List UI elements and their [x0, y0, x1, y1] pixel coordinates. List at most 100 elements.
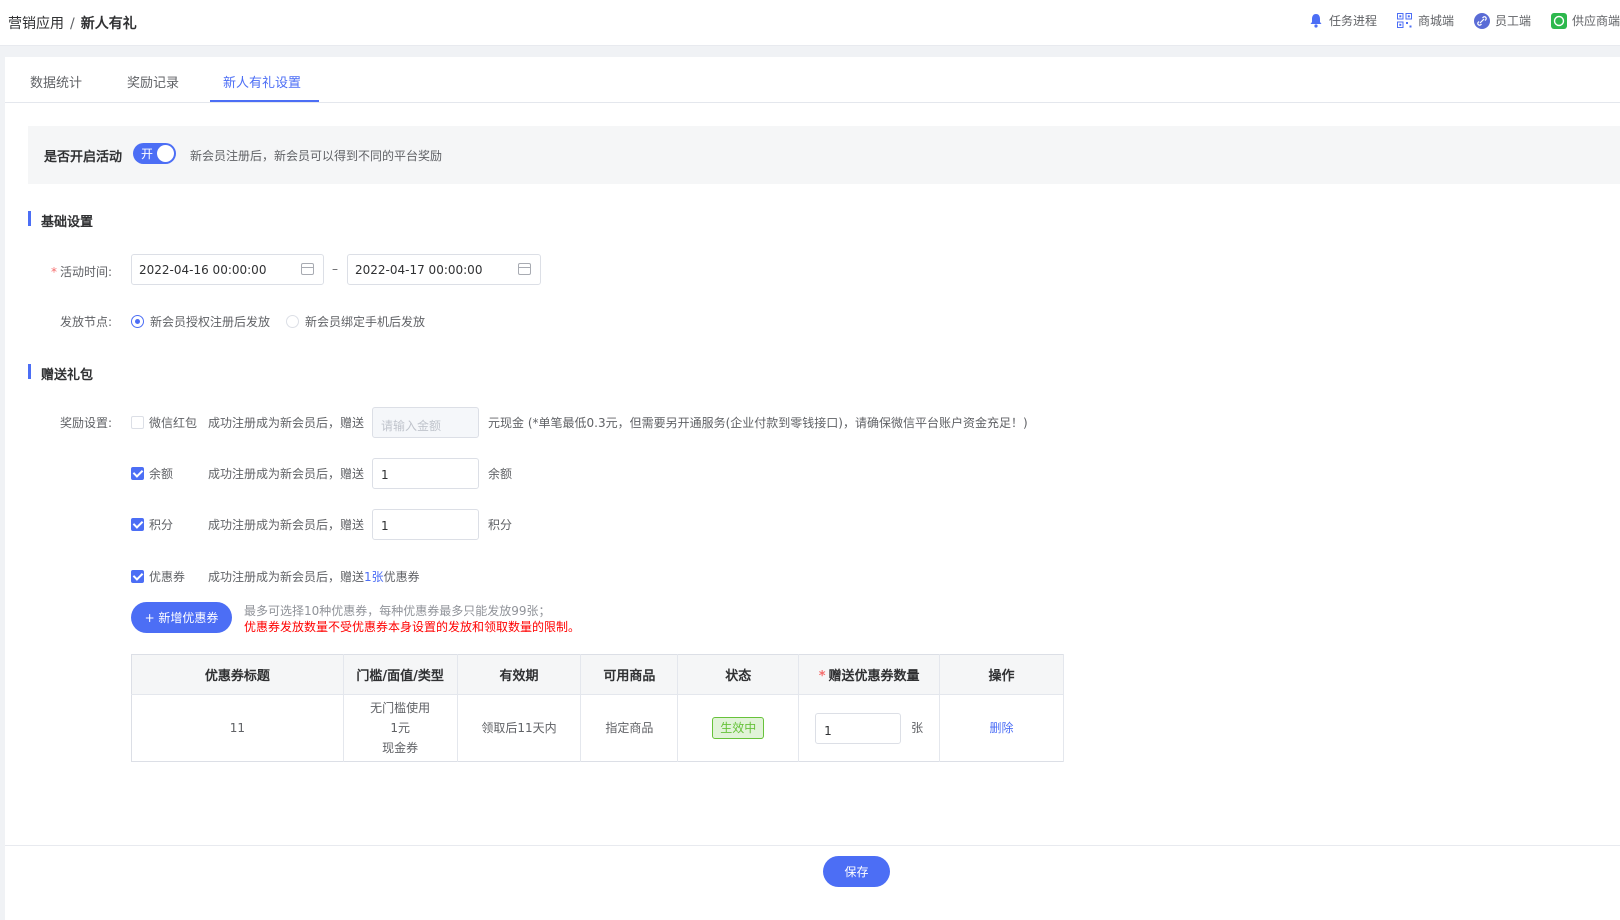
section-gift-package: 赠送礼包 [28, 364, 93, 383]
quantity-wrap: 1 张 [799, 712, 939, 744]
checkbox-box [131, 467, 144, 480]
toggle-knob [157, 145, 174, 162]
points-reward-text: 成功注册成为新会员后，赠送 [208, 518, 365, 532]
settings-card: 数据统计 奖励记录 新人有礼设置 是否开启活动 开 新会员注册后，新会员可以得到… [5, 57, 1620, 920]
coupon-quantity-unit: 张 [911, 721, 924, 735]
reward-settings-label: 奖励设置: [59, 416, 112, 430]
col-quantity: * 赠送优惠券数量 [798, 654, 941, 695]
coupon-reward-text: 成功注册成为新会员后，赠送1张优惠券 [208, 568, 420, 585]
tab-reward-records[interactable]: 奖励记录 [127, 72, 179, 91]
checkbox-wechat-redpacket-label: 微信红包 [149, 416, 198, 430]
task-progress-link[interactable]: 任务进程 [1308, 12, 1377, 29]
activity-switch-description: 新会员注册后，新会员可以得到不同的平台奖励 [190, 149, 443, 163]
activity-time-label: * 活动时间: [22, 263, 112, 280]
points-amount-value: 1 [381, 519, 389, 533]
balance-unit: 余额 [488, 467, 513, 481]
cell-face-value: 1元 [390, 721, 410, 735]
checkbox-points-label: 积分 [149, 518, 174, 532]
coupon-quantity-value: 1 [824, 723, 832, 738]
active-tab-indicator [210, 100, 319, 102]
col-status: 状态 [677, 654, 800, 695]
end-date-value: 2022-04-17 00:00:00 [355, 263, 483, 277]
add-coupon-button[interactable]: + 新增优惠券 [131, 602, 232, 633]
bell-icon [1308, 13, 1324, 29]
top-bar: 营销应用 / 新人有礼 任务进程 商城端 员工端 供应商端 [0, 0, 1620, 46]
cell-coupon-type: 现金券 [382, 741, 419, 755]
staff-label: 员工端 [1494, 14, 1531, 28]
toggle-state-text: 开 [141, 147, 154, 161]
cell-status: 生效中 [677, 694, 800, 762]
staff-link[interactable]: 员工端 [1473, 12, 1531, 29]
col-quantity-label: 赠送优惠券数量 [828, 669, 920, 684]
wechat-amount-input[interactable]: 请输入金额 [372, 407, 479, 438]
end-date-input[interactable]: 2022-04-17 00:00:00 [347, 254, 541, 285]
radio-dot [131, 315, 144, 328]
checkbox-points[interactable]: 积分 [131, 516, 173, 533]
delete-link[interactable]: 删除 [939, 694, 1064, 762]
status-badge: 生效中 [712, 717, 765, 739]
coupon-count-link[interactable]: 1张 [364, 570, 384, 584]
wechat-amount-unit: 元现金 (*单笔最低0.3元，但需要另开通服务(企业付款到零钱接口)，请确保微信… [488, 416, 1028, 430]
task-progress-label: 任务进程 [1328, 14, 1377, 28]
date-range-separator: – [332, 262, 338, 276]
radio-after-authorize[interactable]: 新会员授权注册后发放 [131, 313, 270, 330]
supplier-icon [1550, 12, 1567, 29]
mall-link[interactable]: 商城端 [1397, 12, 1454, 29]
checkbox-box [131, 416, 144, 429]
issue-node-label: 发放节点: [59, 315, 112, 329]
checkbox-box [131, 518, 144, 531]
radio-after-bind-phone-label: 新会员绑定手机后发放 [305, 315, 426, 329]
footer-bar: 保存 [5, 845, 1620, 920]
calendar-icon [301, 263, 314, 275]
section-basic-settings: 基础设置 [28, 211, 93, 230]
points-unit: 积分 [488, 518, 513, 532]
table-header-row: 优惠券标题 门槛/面值/类型 有效期 可用商品 状态 * 赠送优惠券数量 操作 [131, 654, 1064, 695]
table-row: 11 无门槛使用 1元 现金券 领取后11天内 指定商品 生效中 1 张 删除 [131, 694, 1064, 762]
cell-threshold: 无门槛使用 1元 现金券 [343, 694, 458, 762]
radio-after-bind-phone[interactable]: 新会员绑定手机后发放 [286, 313, 425, 330]
checkbox-balance[interactable]: 余额 [131, 465, 173, 482]
radio-after-authorize-label: 新会员授权注册后发放 [150, 315, 271, 329]
breadcrumb: 营销应用 / 新人有礼 [8, 13, 137, 33]
coupon-tip-limit: 最多可选择10种优惠券，每种优惠券最多只能发放99张； [244, 604, 551, 618]
col-coupon-title: 优惠券标题 [131, 654, 344, 695]
coupon-table: 优惠券标题 门槛/面值/类型 有效期 可用商品 状态 * 赠送优惠券数量 操作 1… [131, 654, 1064, 762]
activity-switch-bar: 是否开启活动 开 新会员注册后，新会员可以得到不同的平台奖励 [28, 126, 1620, 184]
section-basic-title: 基础设置 [41, 215, 94, 230]
breadcrumb-separator: / [70, 16, 75, 32]
radio-dot [286, 315, 299, 328]
balance-amount-input[interactable]: 1 [372, 458, 479, 489]
supplier-label: 供应商端 [1571, 14, 1620, 28]
coupon-quantity-input[interactable]: 1 [815, 712, 902, 744]
checkbox-wechat-redpacket[interactable]: 微信红包 [131, 414, 197, 431]
save-button[interactable]: 保存 [823, 856, 890, 887]
col-validity: 有效期 [457, 654, 582, 695]
wechat-reward-text: 成功注册成为新会员后，赠送 [208, 416, 365, 430]
coupon-tip-warning: 优惠券发放数量不受优惠券本身设置的发放和领取数量的限制。 [244, 620, 581, 634]
coupon-reward-prefix: 成功注册成为新会员后，赠送 [208, 570, 365, 584]
checkbox-box [131, 570, 144, 583]
col-goods: 可用商品 [580, 654, 679, 695]
balance-amount-value: 1 [381, 468, 389, 482]
tab-data-stats[interactable]: 数据统计 [30, 72, 82, 91]
breadcrumb-parent[interactable]: 营销应用 [8, 16, 64, 32]
link-icon [1473, 12, 1490, 29]
mall-label: 商城端 [1417, 14, 1454, 28]
start-date-input[interactable]: 2022-04-16 00:00:00 [131, 254, 324, 285]
tab-bar: 数据统计 奖励记录 新人有礼设置 [5, 57, 1620, 103]
col-threshold: 门槛/面值/类型 [343, 654, 458, 695]
start-date-value: 2022-04-16 00:00:00 [139, 263, 267, 277]
activity-toggle[interactable]: 开 [133, 143, 176, 164]
cell-coupon-title: 11 [131, 694, 344, 762]
activity-time-label-text: 活动时间: [59, 265, 112, 279]
section-gift-title: 赠送礼包 [41, 368, 94, 383]
points-amount-input[interactable]: 1 [372, 509, 479, 540]
cell-quantity: 1 张 [798, 694, 941, 762]
coupon-reward-suffix: 优惠券 [383, 570, 420, 584]
required-mark: * [818, 669, 826, 684]
wechat-amount-placeholder: 请输入金额 [381, 419, 442, 433]
supplier-link[interactable]: 供应商端 [1550, 12, 1620, 29]
cell-goods: 指定商品 [580, 694, 679, 762]
checkbox-coupon[interactable]: 优惠券 [131, 568, 185, 585]
tab-newcomer-settings[interactable]: 新人有礼设置 [223, 72, 301, 91]
